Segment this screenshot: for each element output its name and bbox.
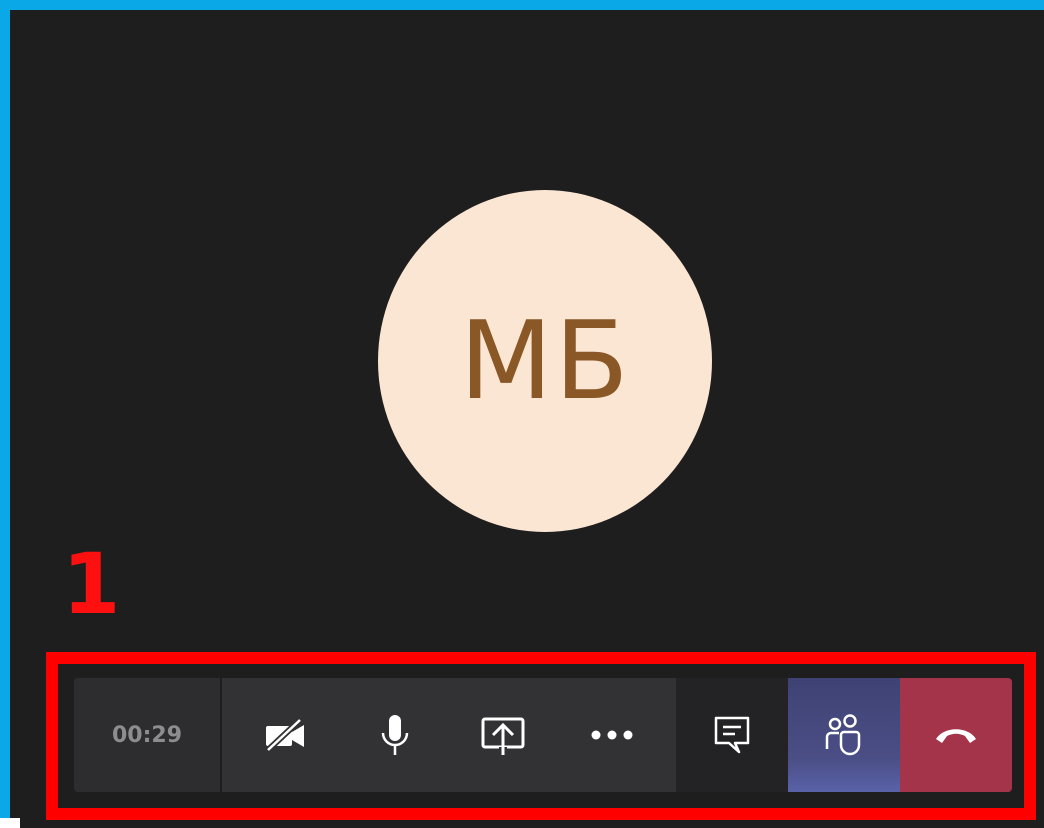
annotation-step-number: 1 (62, 535, 121, 633)
participant-avatar: МБ (378, 190, 712, 532)
chat-icon (711, 713, 753, 757)
microphone-icon (377, 711, 413, 759)
more-options-icon (588, 729, 636, 741)
camera-toggle-button[interactable] (238, 678, 334, 792)
share-screen-icon (479, 713, 527, 757)
microphone-toggle-button[interactable] (347, 678, 443, 792)
more-options-button[interactable] (564, 678, 660, 792)
call-controls (222, 678, 676, 792)
hang-up-button[interactable] (900, 678, 1012, 792)
chat-button[interactable] (676, 678, 788, 792)
avatar-initials: МБ (459, 298, 631, 424)
share-screen-button[interactable] (455, 678, 551, 792)
video-off-icon (262, 717, 310, 753)
window-frame: МБ 1 00:29 (0, 0, 1044, 828)
participants-icon (822, 713, 866, 757)
call-timer: 00:29 (74, 678, 222, 792)
call-stage: МБ 1 00:29 (20, 20, 1044, 828)
participants-button[interactable] (788, 678, 900, 792)
call-toolbar: 00:29 (74, 678, 1012, 792)
call-timer-text: 00:29 (111, 722, 183, 748)
hang-up-icon (932, 723, 980, 747)
